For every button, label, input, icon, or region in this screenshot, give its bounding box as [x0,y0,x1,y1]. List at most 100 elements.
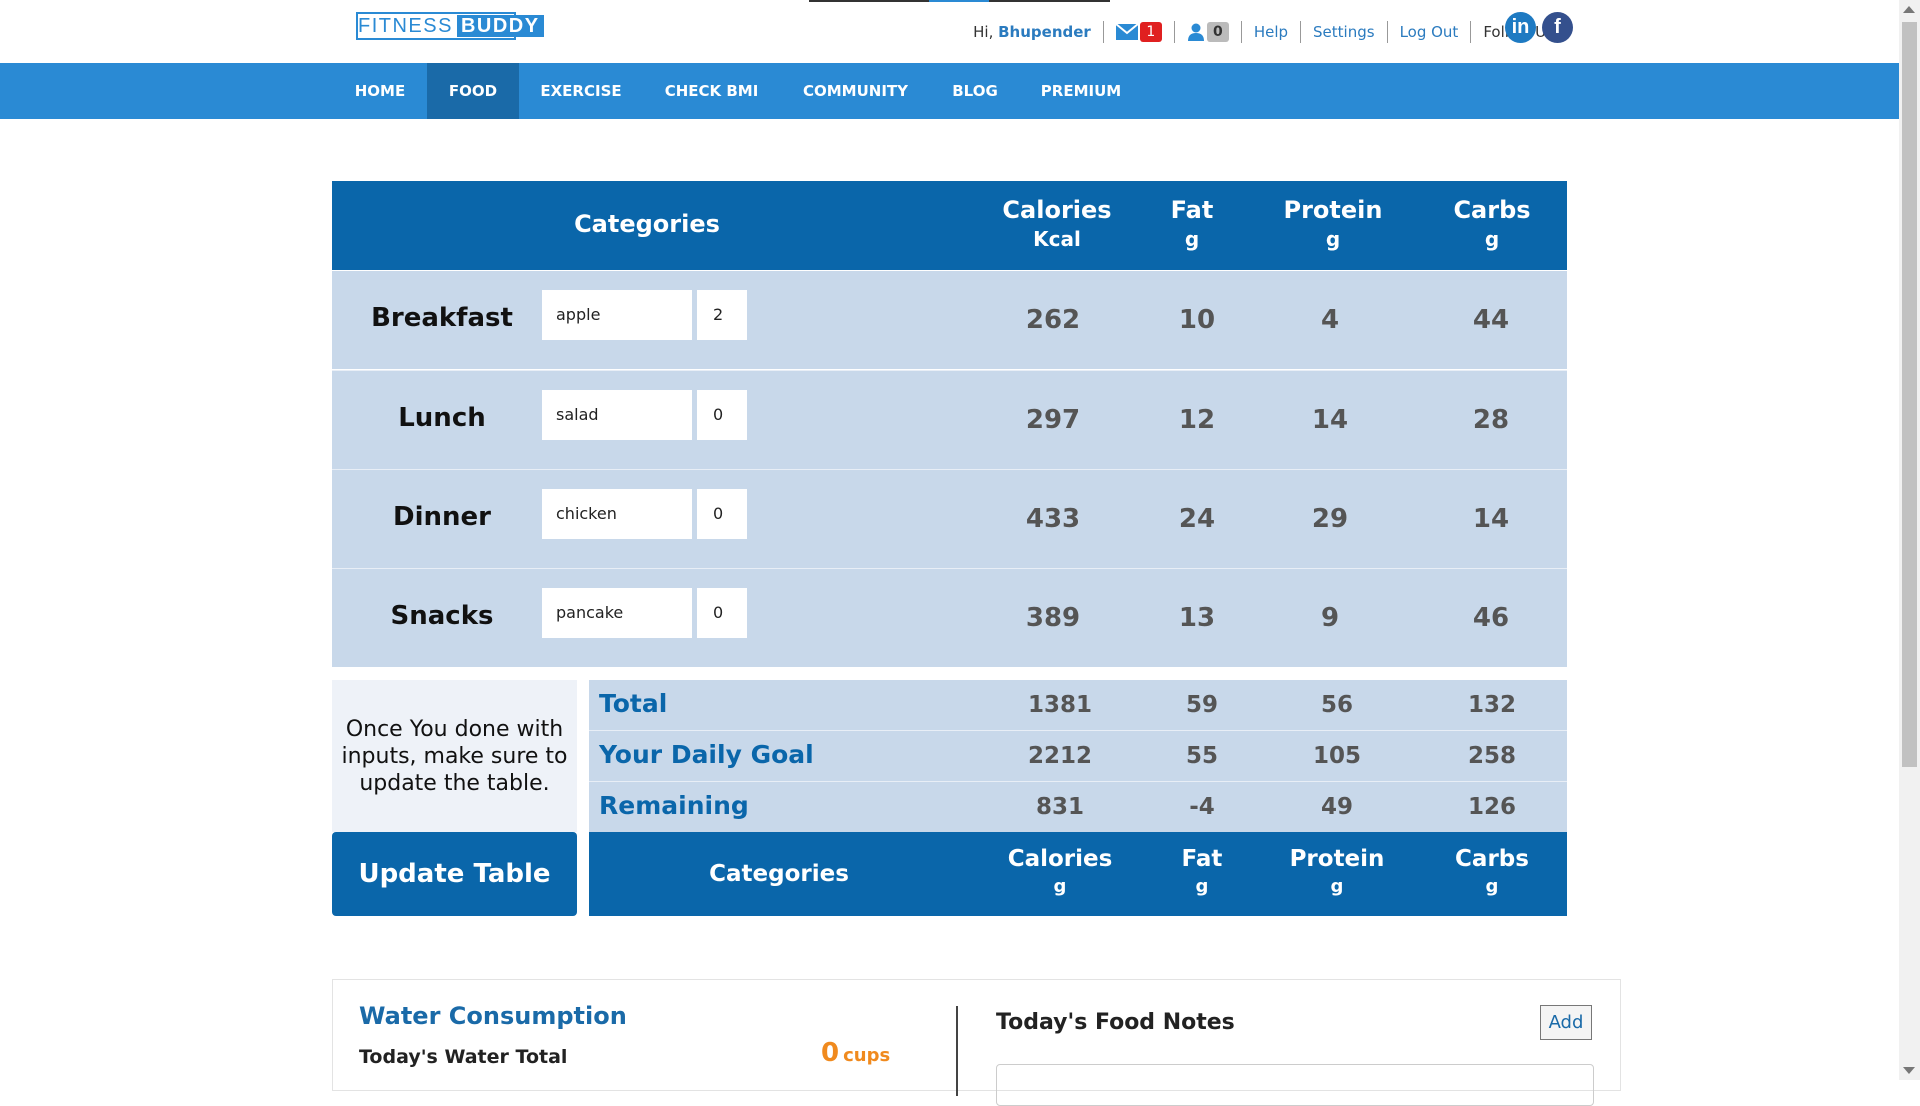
protein-value: 29 [1311,504,1349,534]
settings-link[interactable]: Settings [1313,23,1375,41]
nav-premium[interactable]: PREMIUM [1033,63,1129,119]
protein-value: 9 [1320,603,1340,633]
protein-value: 14 [1311,405,1349,435]
nav-community[interactable]: COMMUNITY [793,63,918,119]
fat-value: 24 [1178,504,1216,534]
table-row: Breakfast apple 2 262 10 4 44 [332,271,1567,369]
linkedin-icon[interactable]: in [1505,12,1536,43]
page-scrollbar[interactable] [1899,0,1920,1080]
category-label: Lunch [398,403,486,433]
update-reminder-note: Once You done with inputs, make sure to … [332,680,577,832]
fat-value: 59 [1185,692,1218,718]
fat-value: 10 [1178,305,1216,335]
nav-home[interactable]: HOME [339,63,421,119]
panel-divider [956,1006,958,1096]
nav-check-bmi[interactable]: CHECK BMI [654,63,769,119]
category-label: Dinner [393,502,491,532]
food-input[interactable]: apple [542,290,692,340]
calories-value: 831 [1035,794,1084,820]
protein-value: 49 [1320,794,1353,820]
categories-header: Categories [709,861,849,887]
carbs-value: 44 [1472,305,1510,335]
nav-blog[interactable]: BLOG [940,63,1010,119]
nav-exercise[interactable]: EXERCISE [531,63,631,119]
carbs-value: 258 [1467,743,1516,769]
food-input[interactable]: pancake [542,588,692,638]
table-row: Lunch salad 0 297 12 14 28 [332,371,1567,469]
protein-header: Protein g [1289,846,1385,897]
carbs-value: 14 [1472,504,1510,534]
table-row: Snacks pancake 0 389 13 9 46 [332,569,1567,667]
calories-value: 2212 [1027,743,1092,769]
food-notes-title: Today's Food Notes [996,1010,1235,1035]
calories-value: 389 [1025,603,1081,633]
fat-value: 12 [1178,405,1216,435]
fat-value: 13 [1178,603,1216,633]
protein-value: 56 [1320,692,1353,718]
person-icon [1187,23,1204,41]
summary-footer-header: Categories Calories g Fat g Protein g Ca… [589,832,1567,916]
fat-header: Fat g [1170,196,1214,251]
food-input[interactable]: chicken [542,489,692,539]
top-bar: FITNESS BUDDY Hi, Bhupender 1 0 Help Sett… [0,0,1899,63]
water-and-notes-panel: Water Consumption Today's Water Total 0c… [332,979,1621,1106]
table-row: Dinner chicken 0 433 24 29 14 [332,470,1567,568]
user-greeting: Hi, Bhupender [973,23,1091,41]
summary-label: Remaining [599,791,749,820]
carbs-value: 126 [1467,794,1516,820]
protein-value: 4 [1320,305,1340,335]
categories-header: Categories [574,210,720,238]
friend-requests-button[interactable]: 0 [1187,22,1229,42]
calories-header: Calories Kcal [1002,196,1112,251]
summary-row-daily-goal: Your Daily Goal 2212 55 105 258 [589,731,1567,781]
fitness-buddy-logo[interactable]: FITNESS BUDDY [356,12,544,40]
envelope-icon [1115,24,1138,40]
carbs-value: 132 [1467,692,1516,718]
quantity-input[interactable]: 2 [697,290,747,340]
category-label: Snacks [390,601,494,631]
water-total-label: Today's Water Total [359,1046,568,1068]
scroll-up-arrow-icon[interactable] [1903,6,1915,13]
summary-label: Total [599,689,668,718]
messages-count-badge: 1 [1139,22,1162,42]
header-links: Hi, Bhupender 1 0 Help Settings Log Out … [973,20,1559,44]
calories-value: 1381 [1027,692,1092,718]
summary-label: Your Daily Goal [599,740,814,769]
scroll-down-arrow-icon[interactable] [1903,1067,1915,1074]
page-loading-bar [809,0,1110,2]
carbs-value: 28 [1472,405,1510,435]
quantity-input[interactable]: 0 [697,588,747,638]
category-label: Breakfast [371,303,513,333]
username[interactable]: Bhupender [998,23,1091,41]
food-input[interactable]: salad [542,390,692,440]
calories-value: 297 [1025,405,1081,435]
fat-header: Fat g [1181,846,1223,897]
water-total-value: 0 cups [821,1038,891,1068]
quantity-input[interactable]: 0 [697,390,747,440]
protein-value: 105 [1312,743,1361,769]
scroll-thumb[interactable] [1902,22,1917,767]
water-consumption-title: Water Consumption [359,1002,627,1030]
add-note-button[interactable]: Add [1540,1005,1592,1040]
fat-value: -4 [1189,794,1215,820]
protein-header: Protein g [1283,196,1383,251]
food-table-header: Categories Calories Kcal Fat g Protein g… [332,181,1567,270]
food-notes-textarea[interactable] [996,1064,1594,1106]
summary-row-remaining: Remaining 831 -4 49 126 [589,782,1567,832]
update-table-button[interactable]: Update Table [332,832,577,916]
fat-value: 55 [1185,743,1218,769]
quantity-input[interactable]: 0 [697,489,747,539]
nav-food[interactable]: FOOD [427,63,519,119]
carbs-header: Carbs g [1455,846,1529,897]
calories-header: Calories g [1007,846,1113,897]
messages-button[interactable]: 1 [1115,22,1162,42]
carbs-header: Carbs g [1453,196,1531,251]
calories-value: 433 [1025,504,1081,534]
help-link[interactable]: Help [1254,23,1288,41]
calories-value: 262 [1025,305,1081,335]
carbs-value: 46 [1472,603,1510,633]
facebook-icon[interactable]: f [1542,12,1573,43]
summary-row-total: Total 1381 59 56 132 [589,680,1567,730]
logout-link[interactable]: Log Out [1400,23,1459,41]
friend-requests-count-badge: 0 [1206,22,1229,42]
